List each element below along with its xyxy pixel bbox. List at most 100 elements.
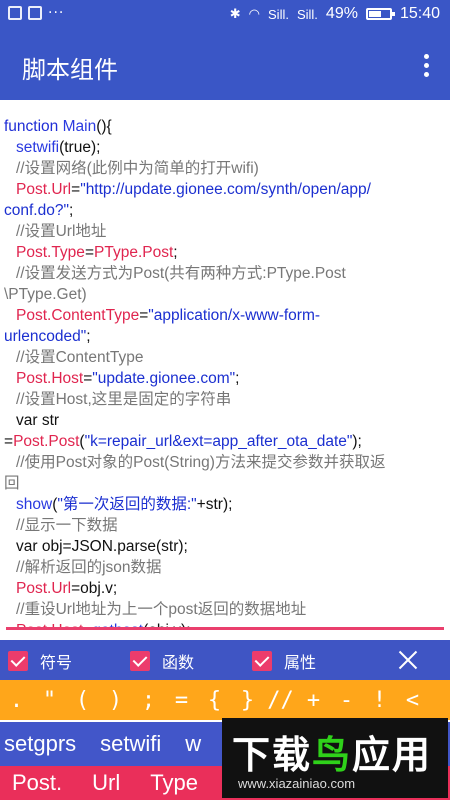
page-title: 脚本组件 xyxy=(22,56,118,84)
watermark-logo: 下载鸟应用 www.xiazainiao.com xyxy=(222,718,448,798)
code-token: ; xyxy=(235,370,240,387)
code-editor[interactable]: function Main(){setwifi(true);//设置网络(此例中… xyxy=(0,112,450,627)
symbol-key[interactable]: } xyxy=(231,688,264,713)
code-token: ; xyxy=(173,244,178,261)
code-token: //设置Host,这里是固定的字符串 xyxy=(16,391,232,408)
checkbox-properties[interactable]: 属性 xyxy=(252,649,316,673)
code-token: = xyxy=(139,307,149,324)
watermark-brand: 下载鸟应用 xyxy=(232,724,432,779)
code-token: ; xyxy=(86,328,91,345)
code-token: var xyxy=(16,538,42,555)
checkbox-label: 函数 xyxy=(162,653,195,672)
code-line: //显示一下数据 xyxy=(4,515,446,536)
symbol-key[interactable]: ! xyxy=(363,688,396,713)
symbol-key[interactable]: . xyxy=(0,688,33,713)
code-token: "http://update.gionee.com/synth/open/app… xyxy=(80,181,371,198)
code-token: //重设Url地址为上一个post返回的数据地址 xyxy=(16,601,307,618)
watermark-brand-part: 应用 xyxy=(352,733,433,777)
property-key[interactable]: Post. xyxy=(12,770,62,796)
app-bar: 脚本组件 xyxy=(0,30,450,100)
code-token: = xyxy=(71,181,81,198)
code-token: //使用Post对象的Post(String)方法来提交参数并获取返 xyxy=(16,454,386,471)
watermark-brand-part: 下载 xyxy=(232,733,313,777)
function-key[interactable]: w xyxy=(185,731,201,757)
code-line: //设置Url地址 xyxy=(4,221,446,242)
symbol-key[interactable]: ) xyxy=(99,688,132,713)
code-token: +str); xyxy=(196,496,233,513)
code-token: var xyxy=(16,412,42,429)
overflow-dot-icon xyxy=(423,71,429,77)
code-token: ; xyxy=(68,202,74,219)
code-token: Post.Host xyxy=(16,370,84,387)
code-line: //设置ContentType xyxy=(4,347,446,368)
signal-1-icon: Sill. xyxy=(268,6,289,22)
symbol-key[interactable]: // xyxy=(264,688,297,713)
code-line: Post.Url=obj.v; xyxy=(4,578,446,599)
code-line: urlencoded"; xyxy=(4,326,446,347)
code-token: function xyxy=(4,118,63,135)
code-token: //设置网络(此例中为简单的打开wifi) xyxy=(16,160,259,177)
checkbox-checked-icon xyxy=(8,651,28,671)
checkbox-checked-icon xyxy=(130,651,150,671)
status-left: ··· xyxy=(8,6,64,20)
code-line: var obj=JSON.parse(str); xyxy=(4,536,446,557)
code-token: //设置ContentType xyxy=(16,349,144,366)
code-line: 回 xyxy=(4,473,446,494)
code-token: obj=JSON.parse(str); xyxy=(41,538,188,555)
code-line: //设置网络(此例中为简单的打开wifi) xyxy=(4,158,446,179)
close-icon[interactable] xyxy=(396,648,420,672)
property-key[interactable]: Url xyxy=(92,770,120,796)
code-line: Post.Host=gethost(obj.v); xyxy=(4,620,446,627)
signal-2-icon: Sill. xyxy=(296,6,318,22)
property-key[interactable]: Type xyxy=(150,770,198,796)
code-token: setwifi xyxy=(16,139,60,156)
code-line: //重设Url地址为上一个post返回的数据地址 xyxy=(4,599,446,620)
symbol-key[interactable]: { xyxy=(198,688,231,713)
code-token: conf.do?" xyxy=(4,202,69,219)
checkbox-functions[interactable]: 函数 xyxy=(130,649,194,673)
code-token: (){ xyxy=(96,118,112,135)
checkbox-checked-icon xyxy=(252,651,272,671)
function-key[interactable]: setwifi xyxy=(100,731,161,757)
code-line: var str xyxy=(4,410,446,431)
symbol-key[interactable]: - xyxy=(330,688,363,713)
function-key[interactable]: setgprs xyxy=(4,731,76,757)
code-token: //显示一下数据 xyxy=(16,517,118,534)
overflow-dot-icon xyxy=(423,53,429,59)
code-token: "k=repair_url&ext=app_after_ota_date" xyxy=(84,433,353,450)
code-token: ); xyxy=(352,433,362,450)
code-line: show("第一次返回的数据:"+str); xyxy=(4,494,446,515)
code-token: PType.Post xyxy=(94,244,174,261)
code-token: Post.Type xyxy=(16,244,85,261)
symbol-keyboard-row: . "(); ={}//+ -! < xyxy=(0,680,450,720)
overflow-dot-icon xyxy=(423,62,429,68)
symbol-key[interactable]: + xyxy=(297,688,330,713)
code-line: Post.Url="http://update.gionee.com/synth… xyxy=(4,179,446,200)
code-token: 回 xyxy=(4,475,20,492)
status-right: ✱ ◠ Sill. Sill. 49% 15:40 xyxy=(230,5,440,23)
gallery-icon xyxy=(28,6,42,20)
code-token: (true); xyxy=(59,139,101,156)
checkbox-symbols[interactable]: 符号 xyxy=(8,649,72,673)
symbol-key[interactable]: " xyxy=(33,688,66,713)
code-token: = xyxy=(83,370,93,387)
clock: 15:40 xyxy=(399,5,440,22)
battery-percent: 49% xyxy=(325,5,358,22)
code-line: Post.Host="update.gionee.com"; xyxy=(4,368,446,389)
overflow-menu-button[interactable] xyxy=(414,48,438,82)
code-token: //解析返回的json数据 xyxy=(16,559,162,576)
bluetooth-icon: ✱ xyxy=(229,6,241,21)
filter-bar: 符号 函数 属性 xyxy=(0,640,450,680)
code-token: show xyxy=(16,496,53,513)
code-line: Post.ContentType="application/x-www-form… xyxy=(4,305,446,326)
symbol-key[interactable]: < xyxy=(396,688,429,713)
symbol-key[interactable]: ; xyxy=(132,688,165,713)
code-line: //设置发送方式为Post(共有两种方式:PType.Post xyxy=(4,263,446,284)
code-token: "第一次返回的数据:" xyxy=(57,496,197,513)
symbol-key[interactable]: = xyxy=(165,688,198,713)
code-token: str xyxy=(41,412,60,429)
symbol-key[interactable]: ( xyxy=(66,688,99,713)
code-token: = xyxy=(4,433,14,450)
more-notifications-icon: ··· xyxy=(48,5,65,21)
checkbox-label: 符号 xyxy=(40,653,73,672)
